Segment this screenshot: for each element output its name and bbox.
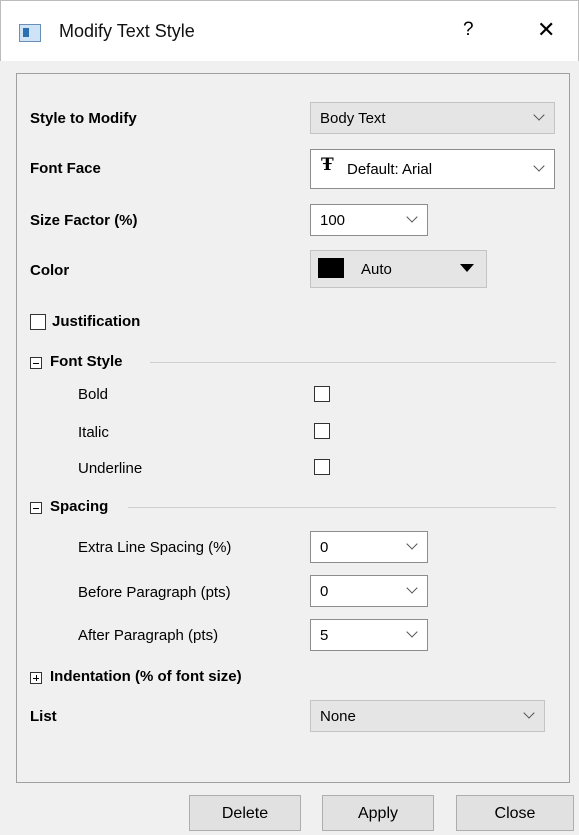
before-paragraph-value: 0: [320, 583, 329, 600]
close-button[interactable]: Close: [456, 795, 574, 831]
chevron-down-icon: [406, 626, 418, 638]
italic-checkbox[interactable]: [314, 423, 330, 439]
after-paragraph-combo[interactable]: 5: [310, 619, 428, 651]
style-to-modify-value: Body Text: [320, 110, 386, 127]
color-swatch: [318, 258, 344, 278]
color-picker[interactable]: Auto: [310, 250, 487, 288]
expand-indentation-icon[interactable]: [30, 672, 42, 684]
font-icon: Ŧ: [321, 155, 334, 175]
app-icon: [19, 24, 41, 42]
chevron-down-icon: [406, 211, 418, 223]
chevron-down-icon: [406, 582, 418, 594]
chevron-down-icon: [523, 707, 535, 719]
justification-checkbox[interactable]: [30, 314, 46, 330]
divider: [150, 362, 556, 363]
delete-button[interactable]: Delete: [189, 795, 301, 831]
indentation-title: Indentation (% of font size): [50, 668, 242, 685]
bold-checkbox[interactable]: [314, 386, 330, 402]
underline-checkbox[interactable]: [314, 459, 330, 475]
size-factor-label: Size Factor (%): [30, 212, 138, 229]
color-label: Color: [30, 262, 70, 279]
font-face-dropdown[interactable]: Ŧ Default: Arial: [310, 149, 555, 189]
color-value: Auto: [361, 261, 392, 278]
after-paragraph-value: 5: [320, 627, 329, 644]
font-face-label: Font Face: [30, 160, 101, 177]
help-button[interactable]: ?: [463, 19, 474, 41]
underline-label: Underline: [78, 460, 143, 477]
after-paragraph-label: After Paragraph (pts): [78, 627, 219, 644]
divider: [128, 507, 556, 508]
list-dropdown[interactable]: None: [310, 700, 545, 732]
extra-line-spacing-value: 0: [320, 539, 329, 556]
chevron-down-icon: [533, 160, 545, 172]
list-label: List: [30, 708, 57, 725]
justification-label: Justification: [52, 313, 141, 330]
apply-button[interactable]: Apply: [322, 795, 434, 831]
title-bar: Modify Text Style ? ✕: [0, 0, 579, 61]
window-title: Modify Text Style: [59, 21, 195, 41]
font-style-title: Font Style: [50, 353, 123, 370]
extra-line-spacing-combo[interactable]: 0: [310, 531, 428, 563]
size-factor-value: 100: [320, 212, 346, 229]
extra-line-spacing-label: Extra Line Spacing (%): [78, 539, 232, 556]
chevron-down-icon: [406, 538, 418, 550]
style-to-modify-label: Style to Modify: [30, 110, 137, 127]
bold-label: Bold: [78, 386, 109, 403]
italic-label: Italic: [78, 424, 109, 441]
chevron-down-icon: [533, 109, 545, 121]
spacing-title: Spacing: [50, 498, 109, 515]
collapse-font-style-icon[interactable]: [30, 357, 42, 369]
triangle-down-icon: [460, 264, 474, 272]
list-value: None: [320, 708, 356, 725]
size-factor-combo[interactable]: 100: [310, 204, 428, 236]
collapse-spacing-icon[interactable]: [30, 502, 42, 514]
before-paragraph-combo[interactable]: 0: [310, 575, 428, 607]
font-face-value: Default: Arial: [347, 161, 433, 178]
style-to-modify-dropdown[interactable]: Body Text: [310, 102, 555, 134]
before-paragraph-label: Before Paragraph (pts): [78, 584, 231, 601]
close-window-icon[interactable]: ✕: [537, 17, 555, 43]
